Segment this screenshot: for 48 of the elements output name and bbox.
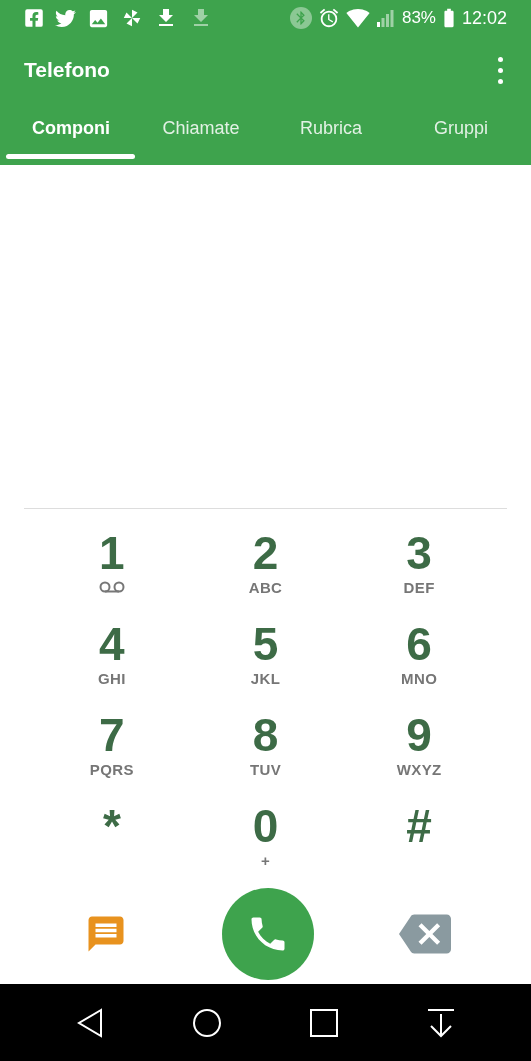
key-digit: *	[102, 804, 121, 848]
key-digit: #	[406, 804, 432, 848]
key-digit: 5	[252, 622, 279, 666]
dial-key[interactable]: *	[35, 792, 189, 883]
dial-key[interactable]: 0 +	[188, 792, 343, 883]
key-letters: WXYZ	[396, 761, 442, 777]
key-digit: 0	[252, 804, 279, 848]
alarm-icon	[317, 7, 340, 29]
dial-key[interactable]: 1	[35, 519, 189, 610]
key-digit: 1	[99, 531, 125, 575]
key-letters: GHI	[97, 670, 126, 686]
voicemail-icon	[97, 581, 126, 593]
clock: 12:02	[461, 6, 507, 30]
dial-key[interactable]: 8 TUV	[188, 701, 343, 792]
key-digit: 7	[99, 713, 125, 757]
dial-key[interactable]: 6 MNO	[342, 610, 496, 701]
key-letters: DEF	[403, 579, 435, 595]
dial-key[interactable]: 7 PQRS	[35, 701, 189, 792]
dial-key[interactable]: 4 GHI	[35, 610, 189, 701]
key-letters: +	[260, 852, 271, 868]
tab[interactable]: Componi	[6, 104, 136, 165]
recents-icon[interactable]	[308, 1007, 339, 1038]
signal-icon	[375, 8, 396, 28]
key-digit: 3	[406, 531, 432, 575]
key-letters: PQRS	[89, 761, 134, 777]
key-digit: 2	[252, 531, 279, 575]
wifi-icon	[345, 6, 370, 30]
key-digit: 8	[252, 713, 279, 757]
hide-arrow-icon[interactable]	[425, 1007, 456, 1038]
key-letters: JKL	[250, 670, 281, 686]
home-icon[interactable]	[192, 1007, 223, 1038]
key-digit: 4	[99, 622, 125, 666]
bluetooth-icon	[289, 7, 312, 29]
dial-key[interactable]: 2 ABC	[188, 519, 343, 610]
key-letters: ABC	[248, 579, 283, 595]
facebook-icon	[24, 8, 44, 28]
dial-key[interactable]: 5 JKL	[188, 610, 343, 701]
app-title: Telefono	[24, 57, 111, 84]
bird-icon	[55, 7, 76, 29]
key-digit: 6	[406, 622, 432, 666]
key-digit: 9	[406, 713, 432, 757]
key-letters: TUV	[249, 761, 282, 777]
dial-key[interactable]: #	[342, 792, 496, 883]
battery-percent: 83%	[401, 7, 436, 30]
dial-key[interactable]: 3 DEF	[342, 519, 496, 610]
key-letters: MNO	[401, 670, 438, 686]
pinwheel-icon	[121, 7, 143, 29]
dial-key[interactable]: 9 WXYZ	[342, 701, 496, 792]
